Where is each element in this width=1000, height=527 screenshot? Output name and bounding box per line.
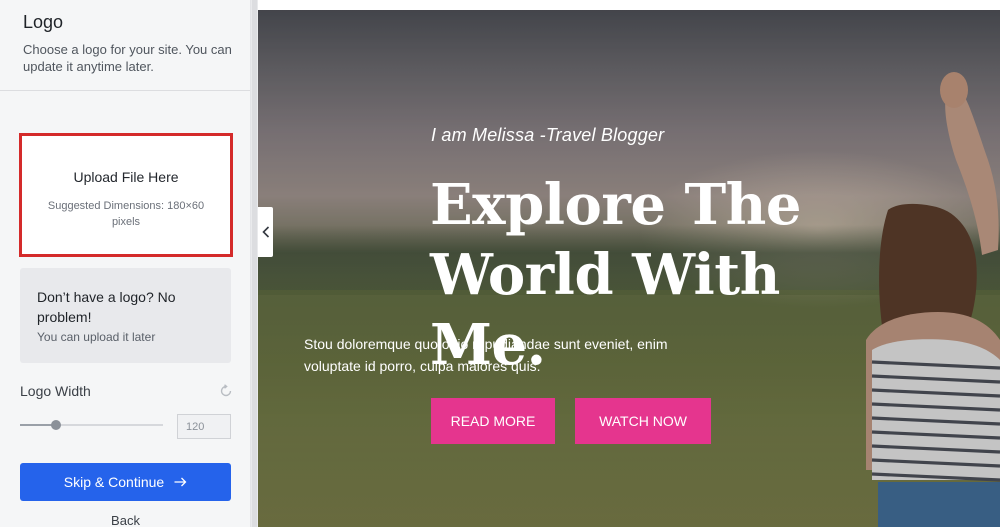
site-preview: I am Melissa -Travel Blogger Explore The… [258,0,1000,527]
collapse-sidebar-button[interactable] [258,207,273,257]
logo-width-input[interactable] [177,414,231,439]
sidebar-scrollbar[interactable] [251,0,258,527]
reset-icon[interactable] [219,384,233,398]
logo-width-slider[interactable] [20,418,163,432]
skip-continue-button[interactable]: Skip & Continue [20,463,231,501]
sidebar-description: Choose a logo for your site. You can upd… [23,42,232,74]
upload-title: Upload File Here [73,169,179,185]
chevron-left-icon [261,226,269,238]
upload-logo-dropzone[interactable]: Upload File Here Suggested Dimensions: 1… [19,133,233,257]
no-logo-subtitle: You can upload it later [37,330,156,344]
upload-dimensions-hint: Suggested Dimensions: 180×60 pixels [47,200,205,228]
hero-body-text: Stou doloremque quo odio repudiandae sun… [304,336,668,374]
arrow-right-icon [174,477,187,487]
no-logo-notice: Don’t have a logo? No problem! You can u… [20,268,231,363]
watch-now-button[interactable]: WATCH NOW [575,398,711,444]
scrollbar-thumb[interactable] [252,0,257,527]
slider-thumb[interactable] [50,420,61,430]
logo-settings-sidebar: Logo Choose a logo for your site. You ca… [0,0,251,527]
skip-continue-label: Skip & Continue [63,474,165,490]
hero-tagline: I am Melissa -Travel Blogger [431,125,665,145]
logo-width-label: Logo Width [20,383,91,399]
divider [0,90,250,91]
back-link[interactable]: Back [0,513,250,527]
read-more-button[interactable]: READ MORE [431,398,555,444]
no-logo-title: Don’t have a logo? No problem! [37,289,176,325]
sidebar-title: Logo [23,12,64,32]
